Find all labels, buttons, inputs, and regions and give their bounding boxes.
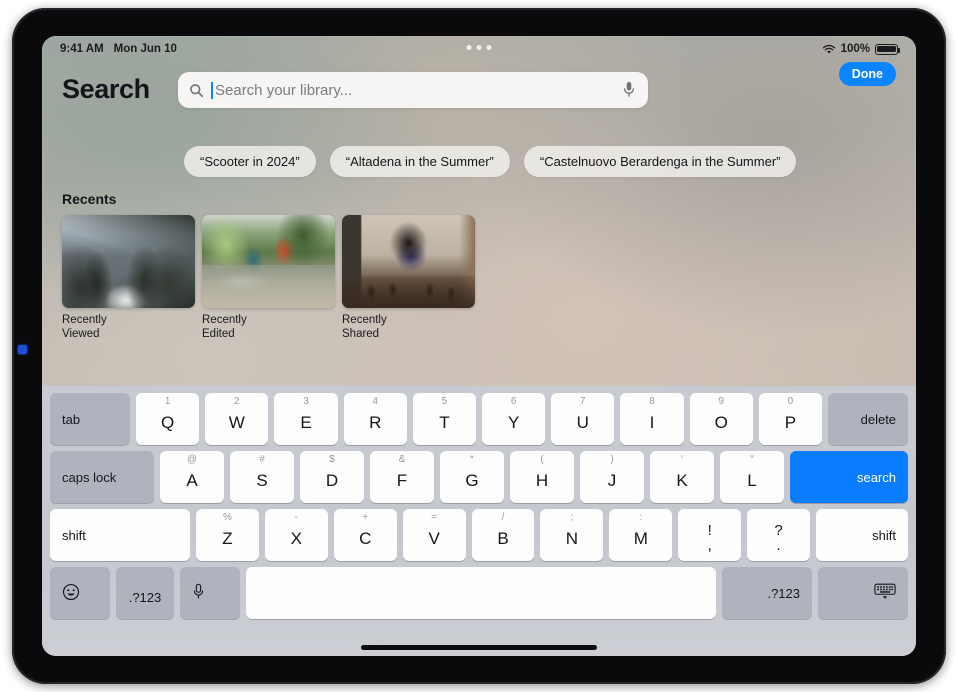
key-f[interactable]: & F [370,451,434,503]
coastal-cliffs-photo[interactable] [62,215,195,308]
key-w[interactable]: 2W [205,393,269,445]
wifi-icon [822,44,836,55]
key-t[interactable]: 5T [412,393,477,445]
key-l[interactable]: “L [720,451,784,503]
recent-item-label: Recently Shared [342,314,387,340]
keyboard-row-numbers: tab 1Q 2W 3E 4R 5T 6Y 7U 8I 9O 0P delete [50,393,909,445]
key-exclamation-comma[interactable]: !, [678,509,742,561]
key-s[interactable]: # S [230,451,294,503]
on-screen-keyboard: tab 1Q 2W 3E 4R 5T 6Y 7U 8I 9O 0P delete… [42,386,916,656]
key-caps-lock[interactable]: caps lock [50,451,154,503]
key-p[interactable]: 0P [758,393,823,445]
smiley-icon [62,583,80,604]
ipad-screen: 9:41 AM Mon Jun 10 100% Search Search yo… [42,36,916,656]
recents-section: Recents Recently Viewed Recently Edited … [62,191,475,341]
suggestion-chip[interactable]: “Altadena in the Summer” [329,146,510,177]
battery-percent-label: 100% [840,43,870,55]
key-dismiss-keyboard[interactable] [818,567,908,619]
key-b[interactable]: / B [471,509,535,561]
stream-hikers-photo[interactable] [202,215,335,308]
key-shift-right[interactable]: shift [816,509,909,561]
handle-dot [486,45,492,50]
recent-item-recently-shared[interactable]: Recently Shared [342,215,475,341]
battery-icon [875,43,900,55]
home-indicator[interactable] [361,645,597,650]
key-q[interactable]: 1Q [136,393,200,445]
key-d[interactable]: $ D [300,451,364,503]
recent-item-recently-edited[interactable]: Recently Edited [202,215,335,341]
key-numbers-right[interactable]: .?123 [722,567,812,619]
page-title: Search [62,74,150,104]
key-o[interactable]: 9O [689,393,753,445]
suggestion-chip[interactable]: “Castelnuovo Berardenga in the Summer” [523,146,797,177]
key-k[interactable]: ‘K [650,451,714,503]
key-i[interactable]: 8I [620,393,684,445]
recent-item-recently-viewed[interactable]: Recently Viewed [62,215,195,341]
recent-item-label: Recently Viewed [62,314,107,340]
recents-title: Recents [62,191,117,207]
key-c[interactable]: + C [333,509,397,561]
key-dictation[interactable] [180,567,240,619]
key-tab[interactable]: tab [50,393,130,445]
hide-keyboard-icon [874,583,896,603]
key-m[interactable]: :M [609,509,673,561]
key-a[interactable]: @ A [160,451,224,503]
key-e[interactable]: 3E [274,393,338,445]
key-numbers-left[interactable]: .?123 [116,567,174,619]
key-delete[interactable]: delete [828,393,909,445]
key-search-return[interactable]: search [790,451,908,503]
ipad-device-frame: 9:41 AM Mon Jun 10 100% Search Search yo… [12,8,946,684]
status-bar-right: 100% [822,43,900,55]
keyboard-row-space: .?123 .?123 [50,567,908,619]
key-shift-left[interactable]: shift [50,509,190,561]
key-u[interactable]: 7U [551,393,615,445]
microphone-icon [192,583,205,603]
recent-item-label: Recently Edited [202,314,247,340]
key-z[interactable]: % Z [196,509,259,561]
multitasking-handle[interactable] [466,45,492,50]
key-j[interactable]: ) J [580,451,644,503]
key-x[interactable]: -X [264,509,328,561]
key-y[interactable]: 6Y [482,393,546,445]
status-time: 9:41 AM [60,43,104,55]
key-v[interactable]: = V [402,509,466,561]
girl-playing-chess-photo[interactable] [342,215,475,308]
key-g[interactable]: * G [440,451,504,503]
key-space[interactable] [246,567,716,619]
keyboard-row-bottom-letters: shift % Z -X + C = V / B ; N :M !, ?. shift [50,509,909,561]
handle-dot [466,45,472,50]
key-r[interactable]: 4R [343,393,407,445]
key-n[interactable]: ; N [540,509,604,561]
key-emoji[interactable] [50,567,110,619]
key-question-period[interactable]: ?. [747,509,811,561]
search-suggestions: “Scooter in 2024” “Altadena in the Summe… [184,146,797,177]
handle-dot [476,45,482,50]
status-bar-left: 9:41 AM Mon Jun 10 [60,43,177,55]
key-h[interactable]: (H [510,451,574,503]
suggestion-chip[interactable]: “Scooter in 2024” [184,146,316,177]
recents-row: Recently Viewed Recently Edited Recently… [62,215,475,341]
keyboard-row-home: caps lock @ A # S $ D & F * G (H ) J ‘K “L sea… [50,451,908,503]
status-date: Mon Jun 10 [113,43,177,55]
volume-button-indicator[interactable] [18,345,27,354]
search-header: Search [42,74,916,105]
